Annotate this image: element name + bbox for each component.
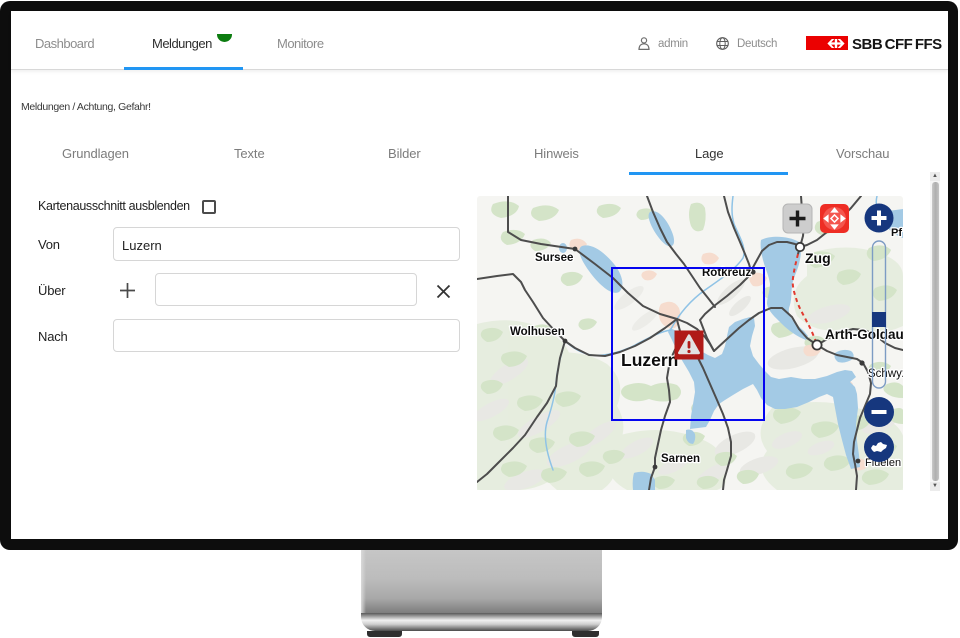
svg-text:Sarnen: Sarnen (661, 453, 700, 465)
svg-text:Zug: Zug (805, 250, 831, 266)
svg-text:Sursee: Sursee (535, 252, 573, 264)
svg-text:Luzern: Luzern (621, 350, 678, 370)
svg-text:Wolhusen: Wolhusen (510, 326, 565, 338)
svg-text:Pf: Pf (891, 227, 902, 239)
svg-text:Arth-Goldau: Arth-Goldau (825, 327, 903, 342)
